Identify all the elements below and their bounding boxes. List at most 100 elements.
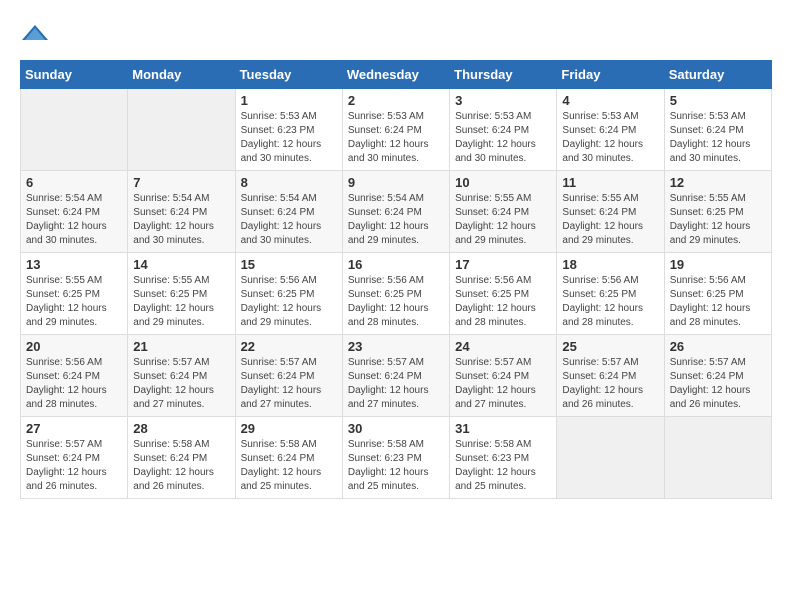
calendar-cell: 4 Sunrise: 5:53 AMSunset: 6:24 PMDaylight…: [557, 89, 664, 171]
calendar-cell: 5 Sunrise: 5:53 AMSunset: 6:24 PMDaylight…: [664, 89, 771, 171]
calendar-cell: 31 Sunrise: 5:58 AMSunset: 6:23 PMDayligh…: [450, 417, 557, 499]
day-number: 1: [241, 93, 337, 108]
day-info: Sunrise: 5:56 AMSunset: 6:25 PMDaylight:…: [241, 274, 337, 330]
day-info: Sunrise: 5:56 AMSunset: 6:25 PMDaylight:…: [670, 274, 766, 330]
day-number: 14: [133, 257, 229, 272]
day-info: Sunrise: 5:55 AMSunset: 6:24 PMDaylight:…: [455, 192, 551, 248]
day-number: 9: [348, 175, 444, 190]
day-info: Sunrise: 5:58 AMSunset: 6:23 PMDaylight:…: [455, 438, 551, 494]
day-number: 11: [562, 175, 658, 190]
day-number: 27: [26, 421, 122, 436]
calendar-cell: 26 Sunrise: 5:57 AMSunset: 6:24 PMDayligh…: [664, 335, 771, 417]
day-info: Sunrise: 5:58 AMSunset: 6:24 PMDaylight:…: [241, 438, 337, 494]
calendar-cell: 18 Sunrise: 5:56 AMSunset: 6:25 PMDayligh…: [557, 253, 664, 335]
day-info: Sunrise: 5:53 AMSunset: 6:24 PMDaylight:…: [348, 110, 444, 166]
day-number: 13: [26, 257, 122, 272]
day-number: 29: [241, 421, 337, 436]
day-info: Sunrise: 5:55 AMSunset: 6:24 PMDaylight:…: [562, 192, 658, 248]
day-number: 4: [562, 93, 658, 108]
calendar-cell: 6 Sunrise: 5:54 AMSunset: 6:24 PMDaylight…: [21, 171, 128, 253]
calendar-cell: 16 Sunrise: 5:56 AMSunset: 6:25 PMDayligh…: [342, 253, 449, 335]
day-number: 5: [670, 93, 766, 108]
column-header-saturday: Saturday: [664, 61, 771, 89]
calendar-cell: 20 Sunrise: 5:56 AMSunset: 6:24 PMDayligh…: [21, 335, 128, 417]
calendar-cell: 1Sunrise: 5:53 AMSunset: 6:23 PMDaylight…: [235, 89, 342, 171]
day-info: Sunrise: 5:56 AMSunset: 6:24 PMDaylight:…: [26, 356, 122, 412]
calendar-cell: 23 Sunrise: 5:57 AMSunset: 6:24 PMDayligh…: [342, 335, 449, 417]
day-info: Sunrise: 5:57 AMSunset: 6:24 PMDaylight:…: [562, 356, 658, 412]
calendar-cell: 3 Sunrise: 5:53 AMSunset: 6:24 PMDaylight…: [450, 89, 557, 171]
day-info: Sunrise: 5:58 AMSunset: 6:24 PMDaylight:…: [133, 438, 229, 494]
day-info: Sunrise: 5:57 AMSunset: 6:24 PMDaylight:…: [133, 356, 229, 412]
calendar-cell: 28 Sunrise: 5:58 AMSunset: 6:24 PMDayligh…: [128, 417, 235, 499]
calendar-cell: 25 Sunrise: 5:57 AMSunset: 6:24 PMDayligh…: [557, 335, 664, 417]
day-info: Sunrise: 5:55 AMSunset: 6:25 PMDaylight:…: [133, 274, 229, 330]
day-info: Sunrise: 5:58 AMSunset: 6:23 PMDaylight:…: [348, 438, 444, 494]
calendar-cell: 10 Sunrise: 5:55 AMSunset: 6:24 PMDayligh…: [450, 171, 557, 253]
day-info: Sunrise: 5:53 AMSunset: 6:24 PMDaylight:…: [562, 110, 658, 166]
day-number: 10: [455, 175, 551, 190]
calendar-cell: 30 Sunrise: 5:58 AMSunset: 6:23 PMDayligh…: [342, 417, 449, 499]
calendar-cell: [557, 417, 664, 499]
calendar-cell: 21 Sunrise: 5:57 AMSunset: 6:24 PMDayligh…: [128, 335, 235, 417]
day-info: Sunrise: 5:54 AMSunset: 6:24 PMDaylight:…: [241, 192, 337, 248]
day-number: 26: [670, 339, 766, 354]
day-info: Sunrise: 5:54 AMSunset: 6:24 PMDaylight:…: [26, 192, 122, 248]
day-number: 21: [133, 339, 229, 354]
day-number: 28: [133, 421, 229, 436]
calendar-cell: 15 Sunrise: 5:56 AMSunset: 6:25 PMDayligh…: [235, 253, 342, 335]
calendar-cell: 19 Sunrise: 5:56 AMSunset: 6:25 PMDayligh…: [664, 253, 771, 335]
calendar-cell: 13 Sunrise: 5:55 AMSunset: 6:25 PMDayligh…: [21, 253, 128, 335]
day-info: Sunrise: 5:53 AMSunset: 6:24 PMDaylight:…: [455, 110, 551, 166]
day-info: Sunrise: 5:55 AMSunset: 6:25 PMDaylight:…: [26, 274, 122, 330]
day-info: Sunrise: 5:56 AMSunset: 6:25 PMDaylight:…: [455, 274, 551, 330]
calendar-cell: [664, 417, 771, 499]
logo: [20, 20, 54, 50]
day-number: 6: [26, 175, 122, 190]
calendar-cell: [21, 89, 128, 171]
calendar-cell: 14 Sunrise: 5:55 AMSunset: 6:25 PMDayligh…: [128, 253, 235, 335]
day-number: 20: [26, 339, 122, 354]
calendar-cell: 7Sunrise: 5:54 AMSunset: 6:24 PMDaylight…: [128, 171, 235, 253]
day-info: Sunrise: 5:56 AMSunset: 6:25 PMDaylight:…: [562, 274, 658, 330]
day-number: 15: [241, 257, 337, 272]
day-info: Sunrise: 5:54 AMSunset: 6:24 PMDaylight:…: [133, 192, 229, 248]
day-number: 3: [455, 93, 551, 108]
calendar: SundayMondayTuesdayWednesdayThursdayFrid…: [20, 60, 772, 499]
week-row-5: 27 Sunrise: 5:57 AMSunset: 6:24 PMDayligh…: [21, 417, 772, 499]
calendar-cell: 12Sunrise: 5:55 AMSunset: 6:25 PMDayligh…: [664, 171, 771, 253]
column-header-friday: Friday: [557, 61, 664, 89]
day-number: 19: [670, 257, 766, 272]
column-header-thursday: Thursday: [450, 61, 557, 89]
day-info: Sunrise: 5:57 AMSunset: 6:24 PMDaylight:…: [241, 356, 337, 412]
calendar-cell: 24Sunrise: 5:57 AMSunset: 6:24 PMDayligh…: [450, 335, 557, 417]
calendar-header-row: SundayMondayTuesdayWednesdayThursdayFrid…: [21, 61, 772, 89]
week-row-2: 6 Sunrise: 5:54 AMSunset: 6:24 PMDaylight…: [21, 171, 772, 253]
calendar-cell: 9 Sunrise: 5:54 AMSunset: 6:24 PMDaylight…: [342, 171, 449, 253]
day-number: 31: [455, 421, 551, 436]
column-header-monday: Monday: [128, 61, 235, 89]
calendar-cell: 2Sunrise: 5:53 AMSunset: 6:24 PMDaylight…: [342, 89, 449, 171]
day-info: Sunrise: 5:53 AMSunset: 6:24 PMDaylight:…: [670, 110, 766, 166]
calendar-cell: 17Sunrise: 5:56 AMSunset: 6:25 PMDayligh…: [450, 253, 557, 335]
day-number: 12: [670, 175, 766, 190]
week-row-4: 20 Sunrise: 5:56 AMSunset: 6:24 PMDayligh…: [21, 335, 772, 417]
day-number: 16: [348, 257, 444, 272]
day-number: 30: [348, 421, 444, 436]
day-info: Sunrise: 5:57 AMSunset: 6:24 PMDaylight:…: [670, 356, 766, 412]
day-number: 18: [562, 257, 658, 272]
day-number: 8: [241, 175, 337, 190]
day-number: 24: [455, 339, 551, 354]
day-info: Sunrise: 5:54 AMSunset: 6:24 PMDaylight:…: [348, 192, 444, 248]
calendar-cell: [128, 89, 235, 171]
day-info: Sunrise: 5:57 AMSunset: 6:24 PMDaylight:…: [26, 438, 122, 494]
day-number: 25: [562, 339, 658, 354]
column-header-wednesday: Wednesday: [342, 61, 449, 89]
day-number: 23: [348, 339, 444, 354]
calendar-cell: 8 Sunrise: 5:54 AMSunset: 6:24 PMDaylight…: [235, 171, 342, 253]
week-row-3: 13 Sunrise: 5:55 AMSunset: 6:25 PMDayligh…: [21, 253, 772, 335]
week-row-1: 1Sunrise: 5:53 AMSunset: 6:23 PMDaylight…: [21, 89, 772, 171]
calendar-cell: 27 Sunrise: 5:57 AMSunset: 6:24 PMDayligh…: [21, 417, 128, 499]
day-info: Sunrise: 5:56 AMSunset: 6:25 PMDaylight:…: [348, 274, 444, 330]
day-info: Sunrise: 5:57 AMSunset: 6:24 PMDaylight:…: [348, 356, 444, 412]
